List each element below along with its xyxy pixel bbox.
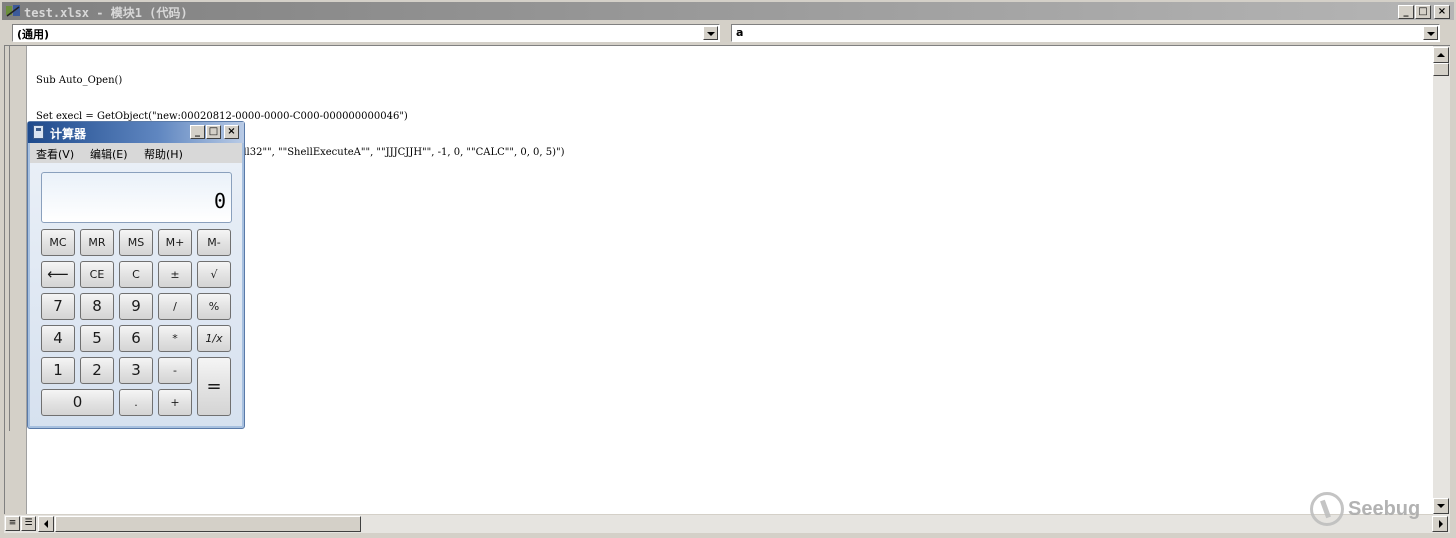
- procedure-view-button[interactable]: ≡: [5, 516, 20, 531]
- key-6[interactable]: 6: [119, 325, 153, 352]
- key-4[interactable]: 4: [41, 325, 75, 352]
- procedure-combo-dropdown-button[interactable]: [1423, 26, 1438, 40]
- calculator-title-bar[interactable]: 计算器 _ □ ×: [28, 122, 244, 143]
- key-equals[interactable]: =: [197, 357, 231, 416]
- key-7[interactable]: 7: [41, 293, 75, 320]
- key-m-plus[interactable]: M+: [158, 229, 192, 256]
- key-mr[interactable]: MR: [80, 229, 114, 256]
- horizontal-scroll-thumb[interactable]: [55, 516, 361, 532]
- key-5[interactable]: 5: [80, 325, 114, 352]
- key-subtract[interactable]: -: [158, 357, 192, 384]
- key-percent[interactable]: %: [197, 293, 231, 320]
- margin-indicator-bar[interactable]: [5, 46, 27, 514]
- key-backspace[interactable]: ⟵: [41, 261, 75, 288]
- calculator-icon: [33, 125, 44, 139]
- vba-title-bar: test.xlsx - 模块1 (代码) _ □ ×: [2, 2, 1454, 20]
- key-m-minus[interactable]: M-: [197, 229, 231, 256]
- calculator-menu-bar: 查看(V) 编辑(E) 帮助(H): [30, 143, 242, 163]
- menu-edit[interactable]: 编辑(E): [90, 146, 128, 162]
- code-line[interactable]: Sub Auto_Open(): [36, 75, 565, 87]
- vba-window-title: test.xlsx - 模块1 (代码): [24, 6, 188, 20]
- key-mc[interactable]: MC: [41, 229, 75, 256]
- key-reciprocal[interactable]: 1/x: [197, 325, 231, 352]
- vertical-scrollbar[interactable]: [1433, 46, 1450, 515]
- key-decimal[interactable]: .: [119, 389, 153, 416]
- full-module-view-button[interactable]: ☰: [21, 516, 36, 531]
- calculator-title: 计算器: [50, 127, 87, 141]
- key-2[interactable]: 2: [80, 357, 114, 384]
- key-add[interactable]: +: [158, 389, 192, 416]
- close-button[interactable]: ×: [1434, 5, 1450, 19]
- key-ce[interactable]: CE: [80, 261, 114, 288]
- key-3[interactable]: 3: [119, 357, 153, 384]
- key-8[interactable]: 8: [80, 293, 114, 320]
- calculator-display: 0: [41, 172, 232, 223]
- calculator-window: 计算器 _ □ × 查看(V) 编辑(E) 帮助(H) 0 MC MR MS M…: [27, 121, 245, 429]
- calc-maximize-button[interactable]: □: [206, 125, 221, 139]
- scroll-down-button[interactable]: [1433, 498, 1449, 514]
- bottom-bar: ≡ ☰: [4, 515, 1450, 533]
- key-sqrt[interactable]: √: [197, 261, 231, 288]
- procedure-combo[interactable]: a: [731, 24, 1440, 42]
- key-ms[interactable]: MS: [119, 229, 153, 256]
- display-value: 0: [213, 189, 226, 213]
- object-combo[interactable]: (通用): [12, 24, 720, 42]
- procedure-combo-value: a: [736, 26, 744, 39]
- menu-view[interactable]: 查看(V): [36, 146, 74, 162]
- scroll-up-button[interactable]: [1433, 47, 1449, 63]
- calc-close-button[interactable]: ×: [224, 125, 239, 139]
- menu-help[interactable]: 帮助(H): [144, 146, 183, 162]
- key-divide[interactable]: /: [158, 293, 192, 320]
- scroll-left-button[interactable]: [38, 516, 54, 532]
- key-0[interactable]: 0: [41, 389, 114, 416]
- vba-app-icon: [6, 5, 20, 17]
- key-9[interactable]: 9: [119, 293, 153, 320]
- maximize-button[interactable]: □: [1415, 5, 1431, 19]
- vertical-scroll-thumb[interactable]: [1433, 63, 1449, 76]
- calculator-body: 0 MC MR MS M+ M- ⟵ CE C ± √ 7 8 9 / % 4 …: [30, 163, 242, 426]
- key-multiply[interactable]: *: [158, 325, 192, 352]
- object-combo-value: (通用): [17, 28, 50, 41]
- key-c[interactable]: C: [119, 261, 153, 288]
- scroll-right-button[interactable]: [1432, 516, 1448, 532]
- seebug-logo-icon: [1310, 492, 1344, 526]
- object-combo-dropdown-button[interactable]: [703, 26, 718, 40]
- key-1[interactable]: 1: [41, 357, 75, 384]
- seebug-watermark: Seebug: [1310, 492, 1420, 526]
- key-plus-minus[interactable]: ±: [158, 261, 192, 288]
- minimize-button[interactable]: _: [1398, 5, 1414, 19]
- calc-minimize-button[interactable]: _: [190, 125, 205, 139]
